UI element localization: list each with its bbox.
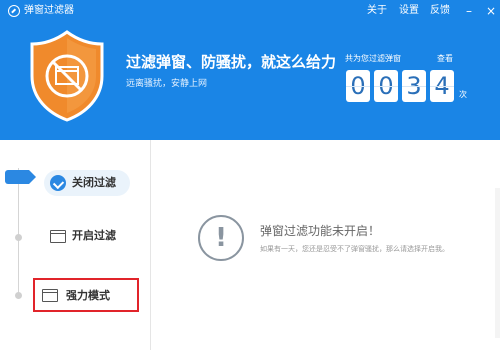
sidebar-item-label: 开启过滤	[72, 229, 116, 242]
track-dot	[15, 234, 22, 241]
counter-digit: 4	[430, 70, 454, 102]
counter-unit: 次	[459, 90, 467, 99]
sidebar-item-enable-filter[interactable]: 开启过滤	[48, 226, 138, 246]
main-scrollbar[interactable]	[495, 188, 500, 338]
sidebar-item-disable-filter[interactable]: 关闭过滤	[44, 170, 130, 196]
check-circle-icon	[50, 175, 66, 191]
about-menu[interactable]: 关于	[367, 4, 387, 18]
status-title: 弹窗过滤功能未开启！	[260, 224, 381, 238]
window-icon	[50, 230, 66, 243]
sidebar-item-label: 强力模式	[66, 289, 110, 302]
sidebar-item-strong-mode[interactable]: 强力模式	[33, 278, 139, 312]
track-dot	[15, 292, 22, 299]
exclamation-circle-icon: !	[198, 215, 244, 261]
window-icon	[42, 289, 58, 302]
feedback-menu[interactable]: 反馈	[430, 4, 450, 18]
status-description: 如果有一天，您还是忍受不了弹窗骚扰，那么请选择开启我。	[260, 245, 449, 253]
header-banner: 弹窗过滤器 关于 设置 反馈 – × 过滤弹窗、防骚扰，就这么给力 远离骚扰，安…	[0, 0, 500, 140]
sidebar-item-label: 关闭过滤	[72, 176, 116, 189]
view-link[interactable]: 查看	[437, 53, 453, 64]
hero-headline: 过滤弹窗、防骚扰，就这么给力	[126, 53, 337, 71]
app-title: 弹窗过滤器	[24, 5, 74, 16]
counter-label: 共为您过滤弹窗	[345, 54, 401, 63]
hero-subline: 远离骚扰，安静上网	[126, 79, 208, 89]
close-button[interactable]: ×	[484, 4, 498, 18]
counter-digit: 0	[346, 70, 370, 102]
counter-digit: 0	[374, 70, 398, 102]
title-bar: 弹窗过滤器 关于 设置 反馈 – ×	[0, 0, 500, 22]
shield-logo-icon	[30, 30, 104, 122]
active-indicator-flag	[5, 170, 36, 184]
minimize-button[interactable]: –	[462, 4, 476, 18]
settings-menu[interactable]: 设置	[399, 4, 419, 18]
app-logo-icon	[8, 5, 20, 17]
counter-digit: 3	[402, 70, 426, 102]
progress-track	[18, 168, 19, 298]
